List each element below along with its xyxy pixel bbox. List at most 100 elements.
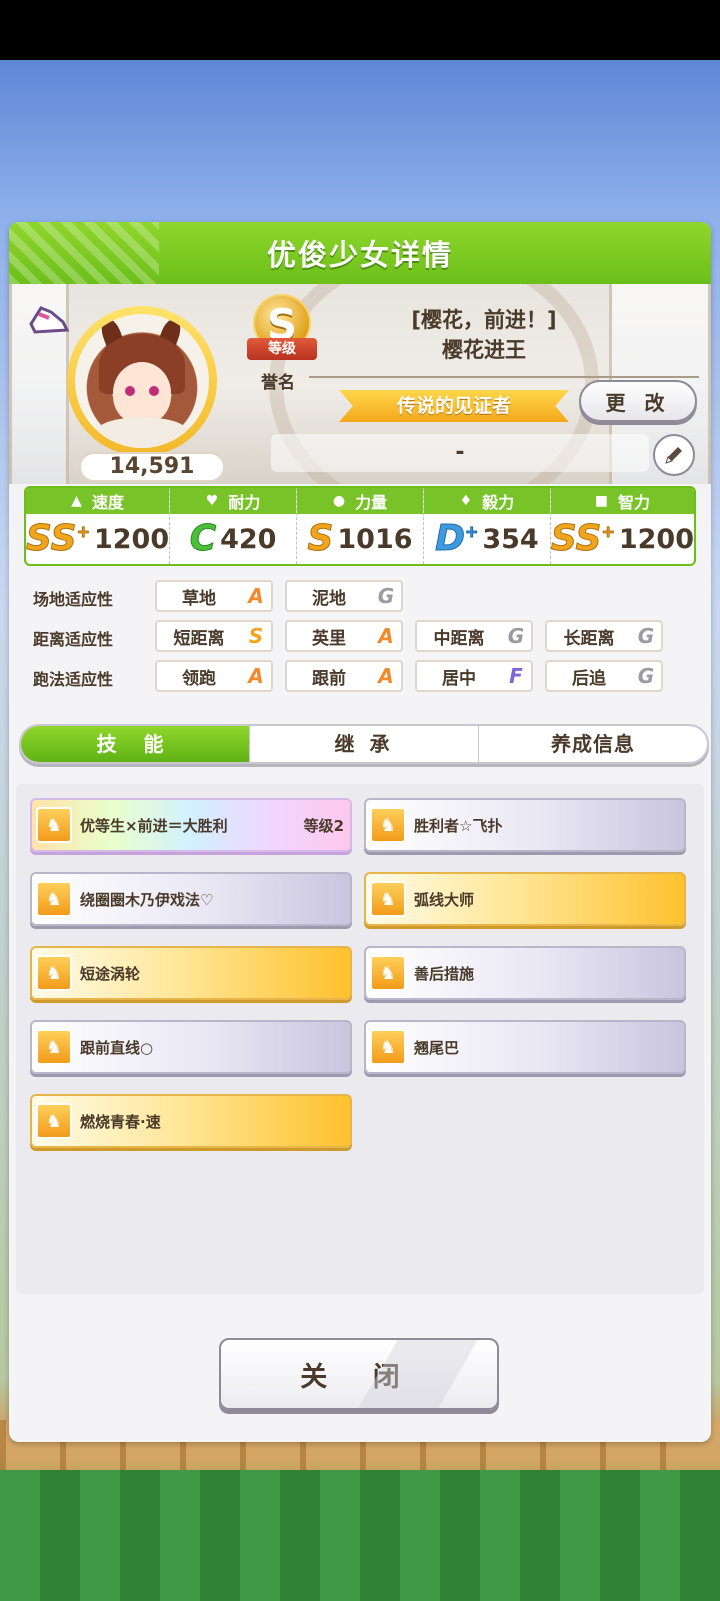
stat-grade: S (307, 518, 334, 559)
stat-value: 1200 (618, 523, 694, 555)
trainer-name: 樱花进王 (442, 338, 526, 362)
cap-icon: ■ (594, 493, 609, 509)
skill-item[interactable]: ♞ 短途涡轮 (30, 946, 352, 1000)
aptitude-grade: G (637, 664, 655, 688)
skill-horse-icon: ♞ (370, 955, 406, 991)
aptitude-grade: G (637, 624, 655, 648)
tab-skills[interactable]: 技 能 (21, 726, 250, 762)
aptitude-cell: 中距离 G (415, 620, 533, 652)
stat-grade: C (189, 518, 217, 559)
aptitude-label: 跑法适应性 (33, 670, 114, 689)
horseshoe-shoe-icon (29, 306, 70, 334)
detail-tabs: 技 能 继 承 养成信息 (19, 724, 709, 764)
tab-training-info[interactable]: 养成信息 (479, 726, 707, 762)
skill-item[interactable]: ♞ 弧线大师 (364, 872, 686, 926)
stats-panel: ▲ 速度 SS+ 1200 ♥ 耐力 C 420 ● 力量 S 1016 ♦ 毅力 D+ 354… (24, 486, 696, 566)
status-bar (0, 0, 720, 60)
aptitude-grade: A (378, 664, 394, 688)
heart-icon: ♥ (205, 493, 219, 509)
change-title-button[interactable]: 更 改 (579, 380, 697, 422)
skill-item[interactable]: ♞ 善后措施 (364, 946, 686, 1000)
skill-horse-icon: ♞ (36, 881, 72, 917)
stat-name: 力量 (355, 493, 388, 512)
background-grass (0, 1470, 720, 1601)
stat-value: 1200 (93, 523, 170, 555)
stat-name: 毅力 (482, 493, 515, 512)
aptitude-grade: G (507, 624, 525, 648)
skill-item[interactable]: ♞ 胜利者☆飞扑 (364, 798, 686, 852)
divider (309, 376, 699, 378)
grade-plus: + (464, 522, 479, 541)
skill-horse-icon: ♞ (370, 1029, 406, 1065)
dialog-header: 优俊少女详情 (9, 222, 711, 284)
skill-name: 绕圈圈木乃伊戏法♡ (80, 890, 214, 909)
title-badge: 传说的见证者 (339, 390, 569, 422)
skill-horse-icon: ♞ (370, 881, 406, 917)
skill-name: 善后措施 (414, 964, 475, 983)
flame-icon: ♦ (459, 493, 473, 509)
aptitude-grade: F (509, 664, 523, 688)
grade-plus: + (601, 522, 615, 541)
skill-list: ♞ 优等生×前进＝大胜利 等级2 ♞ 胜利者☆飞扑 ♞ 绕圈圈木乃伊戏法♡ ♞ … (16, 784, 704, 1294)
arm-icon: ● (332, 493, 346, 509)
aptitude-cell: 英里 A (285, 620, 403, 652)
aptitude-grade: A (378, 624, 394, 648)
stat-wisdom: ■ 智力 SS+ 1200 (550, 488, 694, 564)
aptitude-row-track: 场地适应性 草地 A 泥地 G (9, 580, 711, 614)
aptitude-cell: 草地 A (155, 580, 273, 612)
stat-grade: SS+ (550, 518, 615, 559)
fan-count: 14,591 (79, 452, 225, 482)
aptitude-cell: 长距离 G (545, 620, 663, 652)
honor-title: [樱花，前进！] (411, 308, 557, 332)
rank-medal-icon: S 等级 (247, 294, 317, 364)
horse-girl-detail-dialog: 优俊少女详情 14,591 S 等级 誉名 [樱花，前进！] 樱花进王 传说的见… (9, 222, 711, 1442)
skill-horse-icon: ♞ (36, 955, 72, 991)
aptitude-cell: 泥地 G (285, 580, 403, 612)
skill-horse-icon: ♞ (36, 1103, 72, 1139)
rank-caption: 誉名 (261, 373, 295, 393)
stat-value: 1016 (337, 523, 413, 555)
aptitude-cell: 居中 F (415, 660, 533, 692)
stat-speed: ▲ 速度 SS+ 1200 (26, 488, 171, 564)
aptitude-grade: A (248, 584, 264, 608)
skill-name: 跟前直线○ (80, 1038, 154, 1057)
stat-stamina: ♥ 耐力 C 420 (170, 488, 298, 564)
aptitude-row-distance: 距离适应性 短距离 S 英里 A 中距离 G 长距离 G (9, 620, 711, 654)
aptitude-grade: A (248, 664, 264, 688)
aptitude-cell: 短距离 S (155, 620, 273, 652)
stat-grade: D+ (435, 518, 479, 559)
skill-horse-icon: ♞ (370, 807, 406, 843)
profile-card: 14,591 S 等级 誉名 [樱花，前进！] 樱花进王 传说的见证者 更 改 … (9, 284, 711, 484)
aptitude-label: 距离适应性 (33, 630, 114, 649)
avatar-frame[interactable] (67, 306, 217, 456)
skill-item[interactable]: ♞ 优等生×前进＝大胜利 等级2 (30, 798, 352, 852)
stat-name: 智力 (618, 493, 651, 512)
rank-ribbon: 等级 (247, 338, 317, 360)
pencil-icon (665, 447, 682, 464)
skill-item[interactable]: ♞ 燃烧青春·速 (30, 1094, 352, 1148)
close-button[interactable]: 关 闭 (219, 1338, 499, 1410)
skill-item[interactable]: ♞ 翘尾巴 (364, 1020, 686, 1074)
tab-inheritance[interactable]: 继 承 (250, 726, 479, 762)
aptitude-cell: 领跑 A (155, 660, 273, 692)
avatar (75, 314, 209, 448)
shoe-icon: ▲ (71, 493, 82, 509)
stat-name: 耐力 (228, 493, 261, 512)
skill-horse-icon: ♞ (36, 1029, 72, 1065)
aptitude-cell: 后追 G (545, 660, 663, 692)
aptitude-cell: 跟前 A (285, 660, 403, 692)
stat-value: 354 (482, 523, 539, 555)
grade-plus: + (76, 522, 90, 541)
stat-grade: SS+ (26, 518, 91, 559)
aptitude-grade: S (248, 624, 264, 648)
skill-name: 弧线大师 (414, 890, 475, 909)
skill-name: 胜利者☆飞扑 (414, 816, 503, 835)
skill-item[interactable]: ♞ 跟前直线○ (30, 1020, 352, 1074)
skill-name: 燃烧青春·速 (80, 1112, 161, 1131)
aptitude-row-style: 跑法适应性 领跑 A 跟前 A 居中 F 后追 G (9, 660, 711, 694)
skill-item[interactable]: ♞ 绕圈圈木乃伊戏法♡ (30, 872, 352, 926)
edit-comment-button[interactable] (653, 434, 695, 476)
skill-name: 短途涡轮 (80, 964, 141, 983)
comment-box: - (271, 434, 649, 472)
stat-name: 速度 (91, 493, 124, 512)
